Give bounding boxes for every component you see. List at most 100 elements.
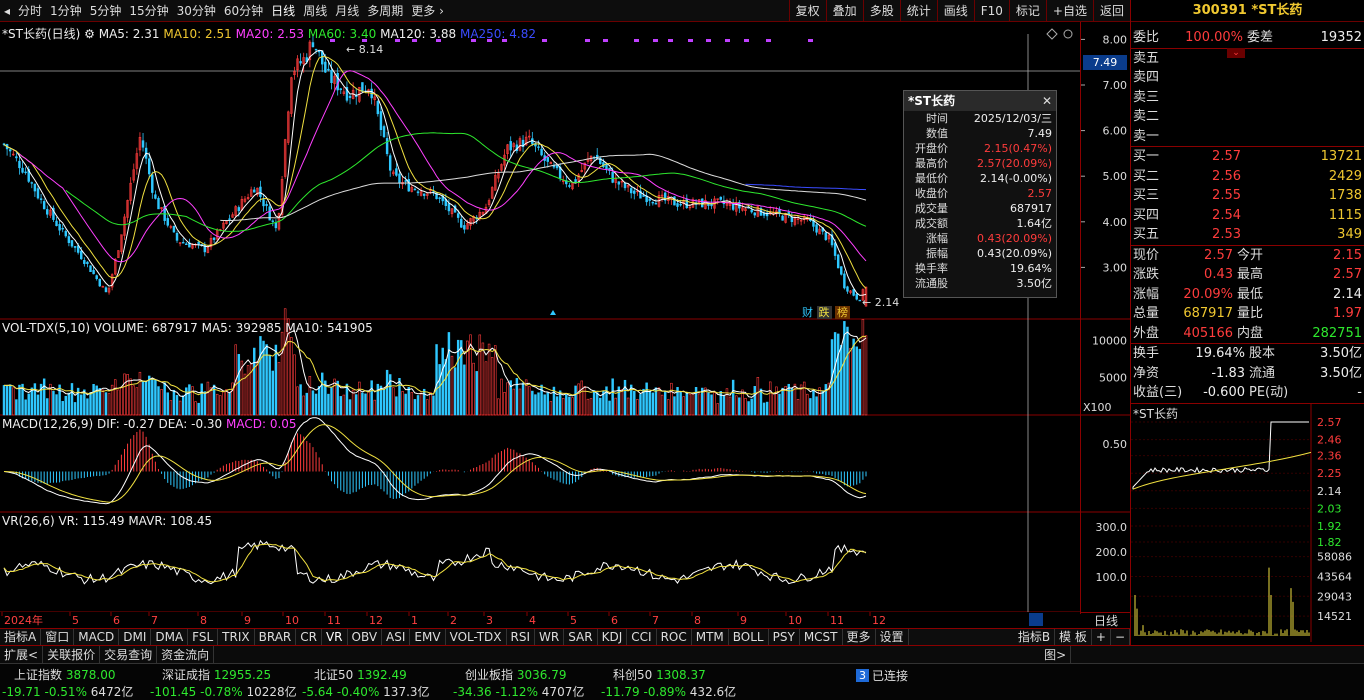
more-label: 更多 (411, 3, 436, 18)
indicator-tab[interactable]: 窗口 (41, 629, 75, 645)
indicator-tab[interactable]: SAR (564, 629, 598, 645)
indicator-tab[interactable]: WR (535, 629, 565, 645)
drop-badge[interactable]: 跌 (816, 306, 832, 319)
volume-bar (802, 381, 806, 416)
adjust-button[interactable]: 复权 (788, 0, 826, 22)
circle-icon[interactable] (1063, 29, 1073, 39)
indicator-tab[interactable]: ROC (657, 629, 692, 645)
period-tab[interactable]: 月线 (331, 0, 363, 22)
tooltip-row: 涨幅 0.43(20.09%) (904, 231, 1056, 246)
period-tab[interactable]: 周线 (299, 0, 331, 22)
rank-badge[interactable]: 榜 (835, 306, 850, 319)
overlay-button[interactable]: 叠加 (825, 0, 863, 22)
volume-bar (206, 381, 210, 416)
period-tab[interactable]: 分时 (14, 0, 46, 22)
template-tab[interactable]: 模 板 (1055, 629, 1092, 645)
indicator-tab[interactable]: CR (296, 629, 322, 645)
stats-button[interactable]: 统计 (899, 0, 937, 22)
volume-bar (219, 395, 222, 416)
indicator-tab[interactable]: OBV (348, 629, 383, 645)
period-tab[interactable]: 60分钟 (220, 0, 267, 22)
multi-stock-button[interactable]: 多股 (862, 0, 900, 22)
candle-body (274, 222, 278, 229)
collapse-icon[interactable]: ⌄ (1227, 48, 1245, 58)
stock-period-label: *ST长药(日线) (2, 27, 81, 41)
diamond-icon[interactable] (1046, 28, 1058, 40)
trade-query-tab[interactable]: 交易查询 (100, 646, 158, 663)
candle-body (21, 167, 24, 173)
indicator-tab[interactable]: BRAR (255, 629, 297, 645)
period-tab[interactable]: 5分钟 (86, 0, 126, 22)
indicator-tab[interactable]: MTM (692, 629, 729, 645)
indicator-tab[interactable]: 指标A (0, 629, 42, 645)
volume-bar (262, 340, 265, 416)
indicator-tab[interactable]: VOL-TDX (446, 629, 507, 645)
indicator-tab[interactable]: ASI (382, 629, 411, 645)
volume-bar (861, 319, 865, 416)
mini-chart[interactable]: *ST长药 2.57 2.46 2.36 2.25 2.14 2.03 1.92 1.82 58… (1131, 402, 1364, 642)
indicator-tab[interactable]: EMV (410, 629, 446, 645)
indicator-tab[interactable]: FSL (188, 629, 219, 645)
more-periods-button[interactable]: 更多 › (407, 0, 448, 22)
period-tab-daily[interactable]: 日线 (267, 0, 299, 22)
macd-tick-label: 0.50 (1103, 438, 1128, 451)
index-quote[interactable]: 北证50 1392.49 -5.64 -0.40% 137.3亿 (302, 666, 430, 700)
indicator-tab[interactable]: VR (322, 629, 348, 645)
index-quote[interactable]: 上证指数 3878.00 -19.71 -0.51% 6472亿 (2, 666, 133, 700)
menu-icon[interactable]: ◂ (0, 0, 14, 22)
volume-bar (126, 374, 129, 416)
sub-tabs: 扩展< 关联报价 交易查询 资金流向 图> (0, 645, 1364, 663)
ma20-line (19, 70, 867, 263)
index-quote[interactable]: 科创50 1308.37 -11.79 -0.89% 432.6亿 (601, 666, 736, 700)
indicator-tab[interactable]: KDJ (598, 629, 628, 645)
extend-tab[interactable]: 扩展< (0, 646, 44, 663)
mark-button[interactable]: 标记 (1008, 0, 1046, 22)
stat-label: 净资 (1133, 365, 1160, 381)
graph-tab[interactable]: 图> (1040, 646, 1072, 663)
template-tab[interactable]: + (1092, 629, 1111, 645)
volume-bar (611, 378, 614, 416)
indicator-tab[interactable]: MACD (74, 629, 120, 645)
index-quote[interactable]: 创业板指 3036.79 -34.36 -1.12% 4707亿 (453, 666, 584, 700)
volume-bar (163, 382, 166, 416)
indicator-tab[interactable]: DMI (119, 629, 152, 645)
indicator-tab[interactable]: 更多 (843, 629, 876, 645)
indicator-tab[interactable]: BOLL (729, 629, 769, 645)
mini-vol-label: 29043 (1317, 590, 1352, 603)
period-tab[interactable]: 1分钟 (46, 0, 86, 22)
volume-bar (478, 334, 482, 416)
volume-bar (713, 392, 716, 416)
back-button[interactable]: 返回 (1092, 0, 1130, 22)
settings-dot-icon[interactable]: ⚙ (84, 27, 95, 41)
indicator-tab[interactable]: DMA (151, 629, 189, 645)
volume-bar (24, 399, 27, 416)
draw-line-button[interactable]: 画线 (936, 0, 974, 22)
indicator-tab[interactable]: TRIX (218, 629, 255, 645)
stat-value: 2.15 (1333, 247, 1362, 263)
indicator-tab[interactable]: CCI (627, 629, 657, 645)
template-tab[interactable]: − (1111, 629, 1130, 645)
period-tab[interactable]: 15分钟 (125, 0, 172, 22)
template-tab[interactable]: 指标B (1014, 629, 1056, 645)
index-change: -101.45 (150, 685, 197, 699)
volume-bar (691, 393, 695, 416)
period-tab[interactable]: 30分钟 (173, 0, 220, 22)
capital-flow-tab[interactable]: 资金流向 (157, 646, 215, 663)
volume-bar (657, 387, 661, 416)
indicator-tab[interactable]: MCST (800, 629, 843, 645)
volume-bar (8, 384, 12, 416)
add-watchlist-button[interactable]: +自选 (1045, 0, 1093, 22)
indicator-tab[interactable]: PSY (769, 629, 800, 645)
indicator-tab[interactable]: 设置 (876, 629, 909, 645)
related-quote-tab[interactable]: 关联报价 (43, 646, 101, 663)
volume-bar (460, 340, 463, 416)
close-icon[interactable]: ✕ (1042, 91, 1052, 111)
finance-badge[interactable]: 财 (802, 306, 813, 319)
indicator-tab[interactable]: RSI (507, 629, 536, 645)
macd-panel-label: MACD(12,26,9) DIF: -0.27 DEA: -0.30 MACD… (2, 417, 297, 431)
tooltip-row: 数值 7.49 (904, 126, 1056, 141)
period-tab[interactable]: 多周期 (363, 0, 407, 22)
index-quote[interactable]: 深证成指 12955.25 -101.45 -0.78% 10228亿 (150, 666, 297, 700)
f10-button[interactable]: F10 (973, 0, 1009, 22)
volume-bar (503, 392, 506, 416)
